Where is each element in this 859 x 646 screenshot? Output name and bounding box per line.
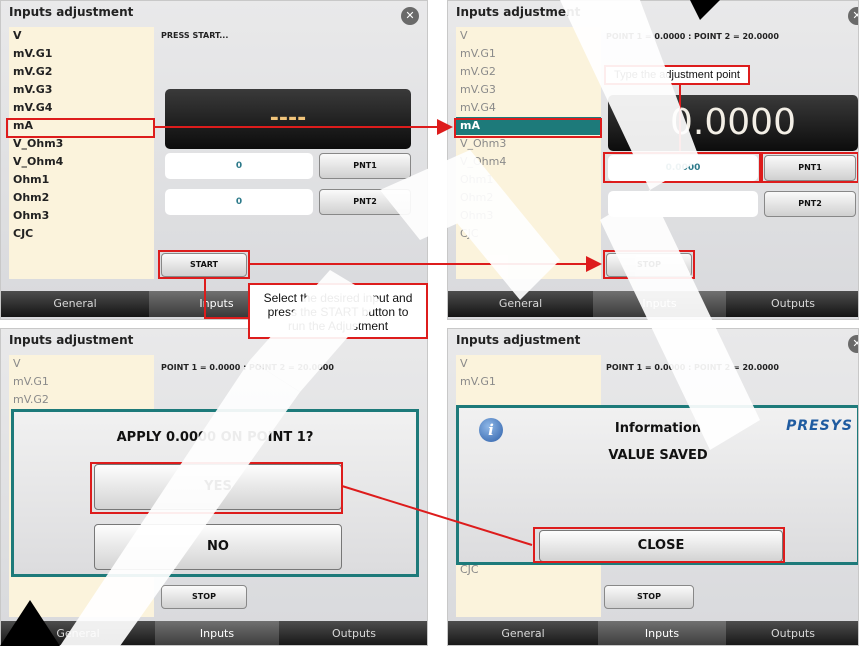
input-item-mv-g2[interactable]: mV.G2 — [9, 63, 154, 81]
highlight-stop — [603, 250, 695, 279]
status-text: PRESS START... — [161, 31, 229, 40]
tab-general[interactable]: General — [1, 291, 149, 317]
tab-bar: General Inputs Outputs — [1, 621, 427, 645]
tab-inputs[interactable]: Inputs — [155, 621, 279, 645]
stop-button[interactable]: STOP — [604, 585, 694, 609]
status-text: POINT 1 = 0.0000 : POINT 2 = 20.0000 — [606, 32, 779, 41]
tab-outputs[interactable]: Outputs — [726, 291, 858, 317]
panel-value-saved: Inputs adjustment ✕ V mV.G1 CJC POINT 1 … — [447, 328, 859, 646]
tab-general[interactable]: General — [448, 291, 593, 317]
input-item-v-ohm4[interactable]: V_Ohm4 — [456, 153, 601, 171]
panel-title: Inputs adjustment — [456, 5, 581, 19]
panel-title: Inputs adjustment — [9, 333, 134, 347]
no-button[interactable]: NO — [94, 524, 342, 570]
input-item-mv-g4[interactable]: mV.G4 — [456, 99, 601, 117]
tab-inputs[interactable]: Inputs — [598, 621, 726, 645]
input-item-v[interactable]: V — [456, 355, 601, 373]
input-item-mv-g1[interactable]: mV.G1 — [456, 45, 601, 63]
close-icon[interactable]: ✕ — [848, 7, 858, 25]
input-item-v[interactable]: V — [9, 27, 154, 45]
point2-field[interactable]: 0 — [165, 189, 313, 215]
highlight-yes — [90, 462, 343, 514]
callout-line-1: Select the desired input and — [263, 291, 413, 305]
input-item-ohm1[interactable]: Ohm1 — [9, 171, 154, 189]
callout-line-3: run the Adjustment — [287, 319, 389, 333]
input-item-mv-g1[interactable]: mV.G1 — [9, 45, 154, 63]
panel-title: Inputs adjustment — [9, 5, 134, 19]
start-instruction-callout: Select the desired input and press the S… — [248, 283, 428, 339]
tab-general[interactable]: General — [1, 621, 155, 645]
highlight-ma — [454, 118, 602, 138]
input-item-cjc[interactable]: CJC — [456, 225, 601, 243]
brand-logo: PRESYS — [786, 418, 853, 434]
highlight-pnt1 — [761, 152, 858, 183]
input-item-v-ohm4[interactable]: V_Ohm4 — [9, 153, 154, 171]
highlight-ma — [6, 118, 155, 138]
tab-bar: General Inputs Outputs — [448, 291, 858, 317]
input-item-mv-g3[interactable]: mV.G3 — [9, 81, 154, 99]
value-display: ---- — [165, 89, 411, 149]
point1-field[interactable]: 0 — [165, 153, 313, 179]
pnt2-button[interactable]: PNT2 — [319, 189, 411, 215]
panel-apply-confirm: Inputs adjustment V mV.G1 mV.G2 POINT 1 … — [0, 328, 428, 646]
value-display: 0.0000 — [608, 95, 858, 151]
input-list: V mV.G1 mV.G2 mV.G3 mV.G4 mA V_Ohm3 V_Oh… — [456, 27, 601, 279]
tab-outputs[interactable]: Outputs — [279, 621, 427, 645]
confirm-question: APPLY 0.0000 ON POINT 1? — [116, 430, 314, 445]
tab-general[interactable]: General — [448, 621, 598, 645]
highlight-start — [158, 250, 250, 279]
input-list: V mV.G1 mV.G2 mV.G3 mV.G4 mA V_Ohm3 V_Oh… — [9, 27, 154, 279]
status-text: POINT 1 = 0.0000 : POINT 2 = 20.0000 — [606, 363, 779, 372]
input-item-mv-g3[interactable]: mV.G3 — [456, 81, 601, 99]
info-message: VALUE SAVED — [608, 448, 708, 463]
adjust-point-callout: Type the adjustment point — [604, 65, 750, 85]
pnt2-button[interactable]: PNT2 — [764, 191, 856, 217]
input-item-mv-g1[interactable]: mV.G1 — [456, 373, 601, 391]
input-item-mv-g1[interactable]: mV.G1 — [9, 373, 154, 391]
panel-press-start: Inputs adjustment ✕ V mV.G1 mV.G2 mV.G3 … — [0, 0, 428, 320]
point2-field[interactable] — [608, 191, 758, 217]
input-item-v[interactable]: V — [9, 355, 154, 373]
input-item-mv-g2[interactable]: mV.G2 — [456, 63, 601, 81]
input-item-mv-g4[interactable]: mV.G4 — [9, 99, 154, 117]
input-item-ohm3[interactable]: Ohm3 — [456, 207, 601, 225]
panel-adjust-point: Inputs adjustment ✕ V mV.G1 mV.G2 mV.G3 … — [447, 0, 859, 320]
callout-line-2: press the START button to — [267, 305, 409, 319]
input-item-ohm3[interactable]: Ohm3 — [9, 207, 154, 225]
input-item-cjc[interactable]: CJC — [9, 225, 154, 243]
input-item-ohm1[interactable]: Ohm1 — [456, 171, 601, 189]
highlight-close — [533, 527, 785, 563]
close-icon[interactable]: ✕ — [848, 335, 858, 353]
close-icon[interactable]: ✕ — [401, 7, 419, 25]
highlight-point1 — [603, 152, 761, 183]
input-item-mv-g2[interactable]: mV.G2 — [9, 391, 154, 409]
tab-outputs[interactable]: Outputs — [726, 621, 858, 645]
input-item-v[interactable]: V — [456, 27, 601, 45]
input-item-ohm2[interactable]: Ohm2 — [456, 189, 601, 207]
pnt1-button[interactable]: PNT1 — [319, 153, 411, 179]
panel-title: Inputs adjustment — [456, 333, 581, 347]
status-text: POINT 1 = 0.0000 : POINT 2 = 20.0000 — [161, 363, 334, 372]
stop-button[interactable]: STOP — [161, 585, 247, 609]
input-item-ohm2[interactable]: Ohm2 — [9, 189, 154, 207]
tab-bar: General Inputs Outputs — [448, 621, 858, 645]
tab-inputs[interactable]: Inputs — [593, 291, 726, 317]
